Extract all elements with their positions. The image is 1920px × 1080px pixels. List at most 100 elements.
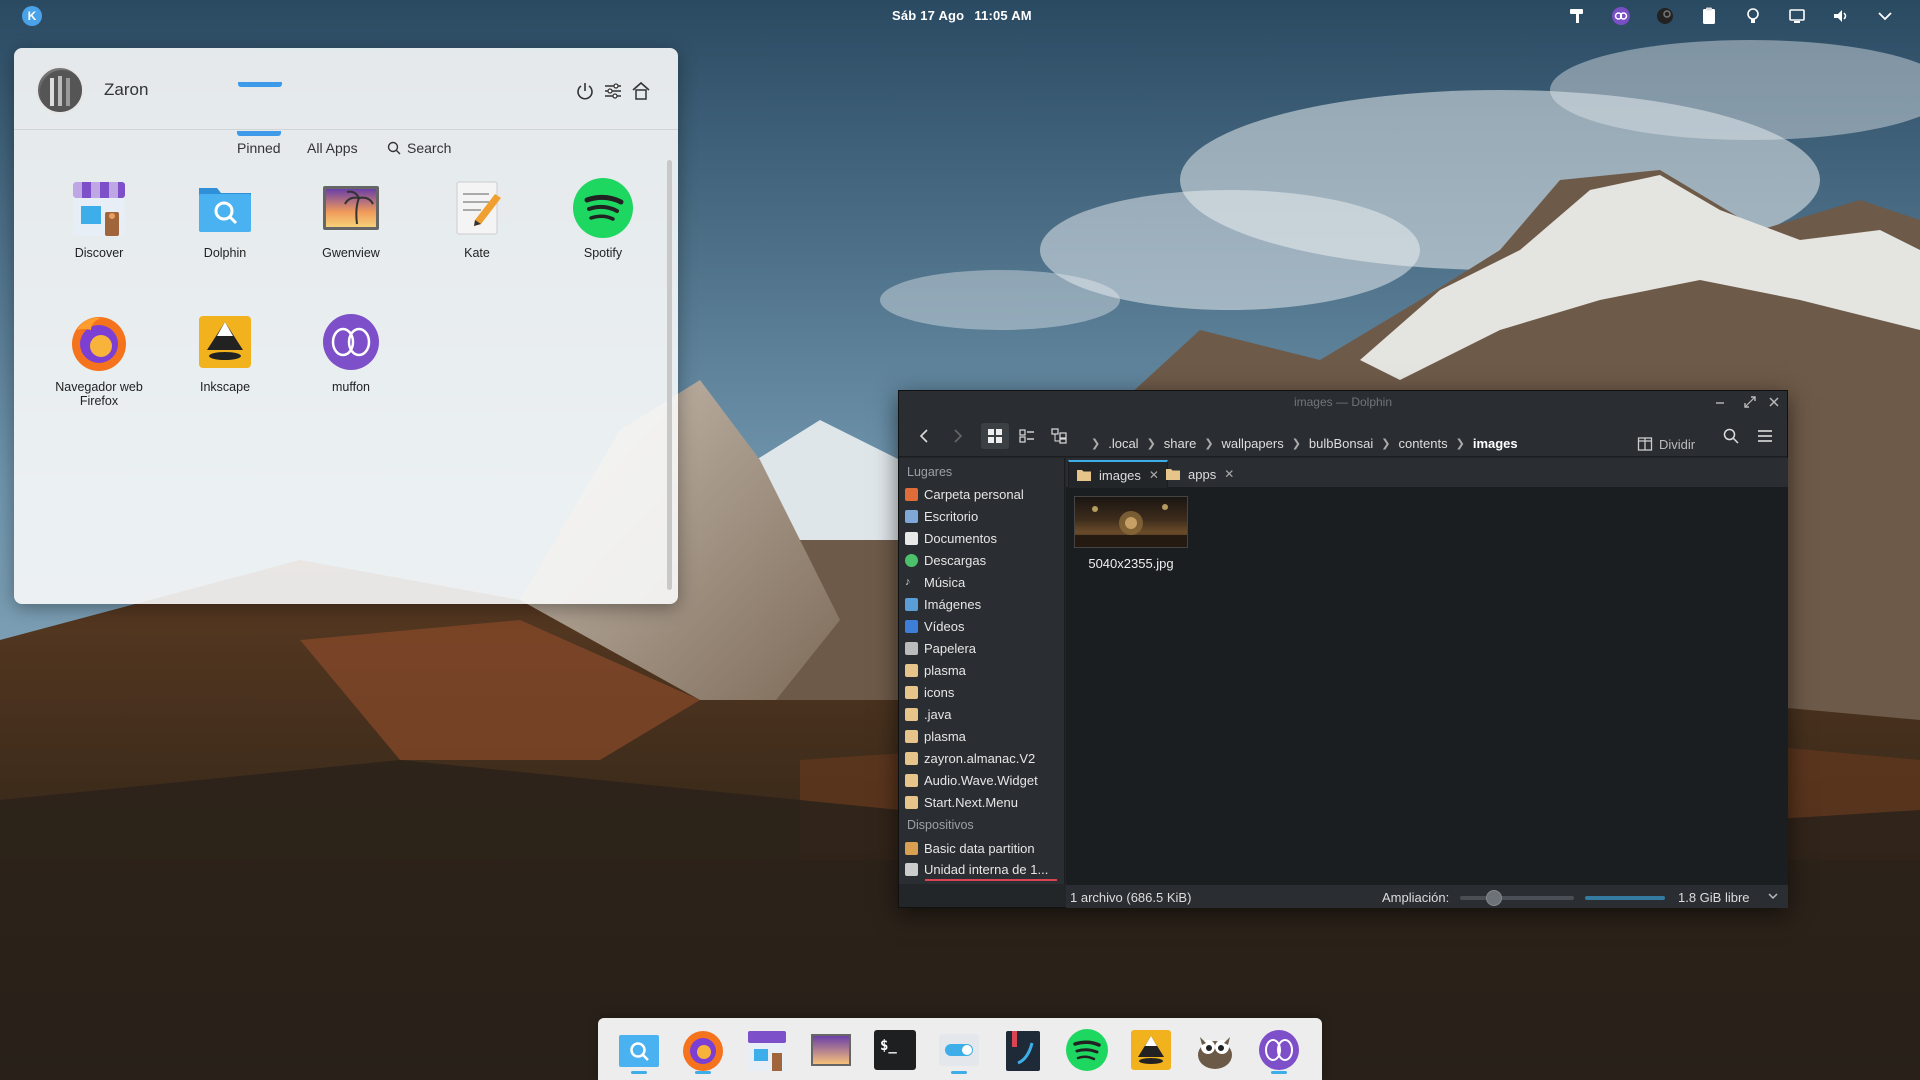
folder-icon [905, 773, 918, 787]
clipboard-icon[interactable] [1698, 5, 1720, 27]
app-label-line2: Firefox [79, 394, 119, 408]
pictures-icon [905, 597, 918, 611]
place-item[interactable]: ♪ Música [905, 572, 1063, 592]
device-item[interactable]: Basic data partition [905, 838, 1063, 858]
breadcrumb-item[interactable]: wallpapers [1216, 436, 1290, 451]
zoom-slider-handle[interactable] [1486, 890, 1502, 906]
forward-icon[interactable] [943, 423, 971, 449]
dock-settings[interactable] [936, 1027, 982, 1074]
details-view-icon[interactable] [1013, 423, 1041, 449]
place-item[interactable]: Escritorio [905, 506, 1063, 526]
hammer-icon[interactable] [1566, 5, 1588, 27]
hamburger-menu-icon[interactable] [1751, 423, 1779, 449]
app-discover[interactable]: Discover [36, 176, 162, 260]
start-menu: Zaron Pinned All Apps Search Discover Do… [14, 48, 678, 604]
status-bar: 1 archivo (686.5 KiB) Ampliación: 1.8 Gi… [1066, 884, 1788, 908]
tab-all-apps[interactable]: All Apps [307, 140, 358, 156]
drive-icon [905, 841, 918, 855]
digital-clock[interactable]: Sáb 17 Ago 11:05 AM [892, 8, 1042, 23]
folder-icon [905, 685, 918, 699]
place-item[interactable]: icons [905, 682, 1063, 702]
tree-view-icon[interactable] [1045, 423, 1073, 449]
close-icon[interactable]: ✕ [1224, 467, 1234, 481]
place-item[interactable]: .java [905, 704, 1063, 724]
breadcrumb-item[interactable]: contents [1392, 436, 1453, 451]
back-icon[interactable] [911, 423, 939, 449]
places-panel: Lugares Carpeta personal Escritorio Docu… [899, 458, 1065, 884]
power-icon[interactable] [574, 80, 596, 102]
dock-gwenview[interactable] [808, 1027, 854, 1073]
home-icon[interactable] [630, 80, 652, 102]
tab-images[interactable]: images ✕ [1068, 460, 1168, 488]
app-inkscape[interactable]: Inkscape [162, 310, 288, 394]
volume-icon[interactable] [1830, 5, 1852, 27]
breadcrumb-item[interactable]: .local [1102, 436, 1144, 451]
window-title: images — Dolphin [1293, 395, 1393, 409]
file-item[interactable]: 5040x2355.jpg [1072, 496, 1190, 571]
device-item[interactable]: Unidad interna de 1... [905, 859, 1063, 879]
place-item[interactable]: plasma [905, 726, 1063, 746]
app-label: Kate [464, 246, 490, 260]
muffon-tray-icon[interactable] [1610, 5, 1632, 27]
dock-gimp[interactable] [1192, 1027, 1238, 1073]
tab-apps[interactable]: apps ✕ [1158, 460, 1242, 488]
app-kate[interactable]: Kate [414, 176, 540, 260]
view-tabs: images ✕ apps ✕ [1066, 458, 1788, 488]
place-item[interactable]: Papelera [905, 638, 1063, 658]
display-icon[interactable] [1786, 5, 1808, 27]
dock-terminal[interactable]: $_ [872, 1027, 918, 1073]
minimize-icon[interactable] [1711, 393, 1729, 411]
dock-inkscape[interactable] [1128, 1027, 1174, 1073]
place-item[interactable]: Audio.Wave.Widget [905, 770, 1063, 790]
avatar[interactable] [36, 66, 84, 114]
music-icon: ♪ [905, 575, 911, 588]
dock-muffon[interactable] [1256, 1027, 1302, 1074]
place-item[interactable]: plasma [905, 660, 1063, 680]
breadcrumb-item[interactable]: share [1158, 436, 1203, 451]
place-item[interactable]: Start.Next.Menu [905, 792, 1063, 812]
lightbulb-icon[interactable] [1742, 5, 1764, 27]
search-icon[interactable] [1717, 423, 1745, 449]
tab-search[interactable]: Search [387, 140, 451, 156]
image-thumbnail [1074, 496, 1188, 548]
place-item[interactable]: Imágenes [905, 594, 1063, 614]
split-label: Dividir [1659, 436, 1696, 452]
tab-pinned[interactable]: Pinned [237, 140, 281, 156]
chevron-down-icon[interactable] [1874, 5, 1896, 27]
application-launcher-button[interactable]: K [22, 6, 42, 26]
free-space-label[interactable]: 1.8 GiB libre [1678, 890, 1750, 905]
place-item[interactable]: Documentos [905, 528, 1063, 548]
zoom-slider[interactable] [1460, 890, 1574, 906]
window-titlebar[interactable]: images — Dolphin [899, 391, 1787, 413]
dock-firefox[interactable] [680, 1027, 726, 1074]
dock-discover[interactable] [744, 1027, 790, 1073]
active-tab-indicator [237, 131, 281, 136]
breadcrumb-current[interactable]: images [1467, 436, 1524, 451]
app-muffon[interactable]: muffon [288, 310, 414, 394]
steam-icon[interactable] [1654, 5, 1676, 27]
dock-dolphin[interactable] [616, 1027, 662, 1074]
place-item[interactable]: Carpeta personal [905, 484, 1063, 504]
place-item[interactable]: zayron.almanac.V2 [905, 748, 1063, 768]
breadcrumb-item[interactable]: bulbBonsai [1303, 436, 1379, 451]
dock-spotify[interactable] [1064, 1027, 1110, 1073]
split-button[interactable]: Dividir [1637, 436, 1695, 452]
app-spotify[interactable]: Spotify [540, 176, 666, 260]
app-dolphin[interactable]: Dolphin [162, 176, 288, 260]
close-icon[interactable] [1765, 393, 1783, 411]
places-heading: Lugares [907, 465, 953, 479]
muffon-icon [319, 310, 383, 374]
app-firefox[interactable]: Navegador web Firefox [36, 310, 162, 408]
chevron-down-icon[interactable] [1766, 889, 1780, 906]
gwenview-icon [811, 1034, 851, 1066]
dock-kate[interactable] [1000, 1027, 1046, 1073]
settings-sliders-icon[interactable] [602, 80, 624, 102]
file-view[interactable]: 5040x2355.jpg [1066, 488, 1788, 884]
search-icon [387, 141, 401, 155]
icons-view-icon[interactable] [981, 423, 1009, 449]
maximize-icon[interactable] [1741, 393, 1759, 411]
app-gwenview[interactable]: Gwenview [288, 176, 414, 260]
place-item[interactable]: Descargas [905, 550, 1063, 570]
menu-scrollbar[interactable] [667, 160, 672, 590]
place-item[interactable]: Vídeos [905, 616, 1063, 636]
